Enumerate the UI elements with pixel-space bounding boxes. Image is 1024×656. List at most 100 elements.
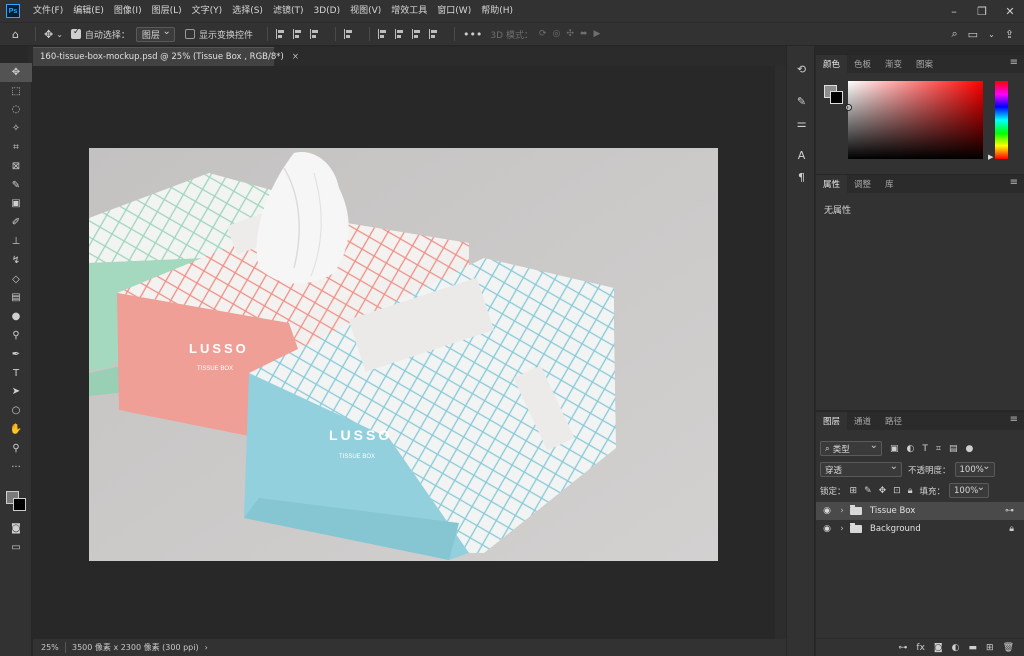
visibility-eye-icon[interactable]: ◉ [818, 506, 836, 516]
screen-mode-icon[interactable]: ▭ [0, 538, 32, 557]
quick-mask-icon[interactable]: ◙ [0, 519, 32, 538]
menu-window[interactable]: 窗口(W) [432, 0, 476, 22]
menu-file[interactable]: 文件(F) [28, 0, 68, 22]
background-color-swatch[interactable] [13, 498, 26, 511]
blend-mode-dropdown[interactable]: 穿透 [820, 461, 902, 477]
clone-stamp-tool-icon[interactable]: ⊥ [0, 232, 32, 251]
history-panel-icon[interactable]: ⟲ [787, 58, 816, 80]
tab-paths[interactable]: 路径 [878, 412, 909, 430]
search-icon[interactable]: ⌕ [952, 27, 958, 41]
fill-field[interactable]: 100% [949, 482, 990, 498]
adjustments-icon[interactable]: ⚌ [787, 112, 816, 134]
paragraph-panel-icon[interactable]: ¶ [787, 166, 816, 188]
show-transform-checkbox[interactable] [184, 29, 195, 39]
ellipse-tool-icon[interactable]: ○ [0, 401, 32, 420]
tab-libraries[interactable]: 库 [878, 175, 901, 193]
menu-view[interactable]: 视图(V) [345, 0, 386, 22]
share-icon[interactable]: ⇪ [1005, 28, 1014, 41]
more-options-button[interactable]: ••• [463, 28, 482, 41]
path-selection-tool-icon[interactable]: ➤ [0, 383, 32, 402]
workspace-icon[interactable]: ▭ [968, 28, 978, 41]
delete-layer-icon[interactable]: 🗑︎ [1003, 643, 1014, 653]
document-tab[interactable]: 160-tissue-box-mockup.psd @ 25% (Tissue … [33, 47, 299, 66]
healing-brush-tool-icon[interactable]: ▣ [0, 195, 32, 214]
move-tool-icon[interactable]: ✥ [0, 63, 32, 82]
panel-menu-icon[interactable]: ≡ [1010, 58, 1018, 68]
filter-shape-icon[interactable]: ⌗ [936, 444, 941, 454]
layer-row-tissue-box[interactable]: ◉ › Tissue Box ⊶ [816, 502, 1024, 520]
align-right-icon[interactable] [309, 29, 319, 39]
document-canvas[interactable]: LUSSO TISSUE BOX LUSSO TISSUE BOX [89, 148, 718, 561]
layer-style-fx-icon[interactable]: fx [916, 643, 925, 653]
lock-image-icon[interactable]: ✎ [864, 486, 872, 496]
tab-swatches[interactable]: 色板 [847, 55, 878, 73]
pen-tool-icon[interactable]: ✒ [0, 345, 32, 364]
new-group-icon[interactable]: ▬ [969, 643, 978, 653]
distribute-vertical-icon[interactable] [428, 29, 438, 39]
menu-image[interactable]: 图像(I) [109, 0, 147, 22]
menu-filter[interactable]: 滤镜(T) [268, 0, 309, 22]
home-icon[interactable]: ⌂ [12, 28, 19, 41]
filter-type-icon[interactable]: T [922, 444, 928, 454]
menu-type[interactable]: 文字(Y) [187, 0, 228, 22]
eraser-tool-icon[interactable]: ◇ [0, 270, 32, 289]
filter-pixel-icon[interactable]: ▣ [890, 444, 899, 454]
auto-select-target-dropdown[interactable]: 图层 [135, 26, 175, 42]
tab-patterns[interactable]: 图案 [909, 55, 940, 73]
menu-select[interactable]: 选择(S) [227, 0, 268, 22]
visibility-eye-icon[interactable]: ◉ [818, 524, 836, 534]
link-layers-icon[interactable]: ⊶ [898, 643, 907, 653]
tab-color[interactable]: 颜色 [816, 55, 848, 73]
color-picker-field[interactable] [845, 81, 983, 159]
align-left-icon[interactable] [275, 29, 285, 39]
character-panel-icon[interactable]: A [787, 144, 816, 166]
zoom-level-field[interactable]: 25% [33, 643, 65, 652]
opacity-field[interactable]: 100% [954, 461, 995, 477]
tab-layers[interactable]: 图层 [816, 412, 848, 430]
expand-chevron-icon[interactable]: › [836, 506, 848, 516]
move-tool-icon[interactable]: ✥ ⌄ [44, 28, 63, 41]
brush-settings-icon[interactable]: ✎ [787, 90, 816, 112]
align-middle-icon[interactable] [394, 29, 404, 39]
menu-help[interactable]: 帮助(H) [476, 0, 518, 22]
blur-tool-icon[interactable]: ● [0, 307, 32, 326]
lock-transparent-icon[interactable]: ⊞ [850, 486, 858, 496]
lasso-tool-icon[interactable]: ◌ [0, 101, 32, 120]
auto-select-checkbox[interactable] [70, 27, 81, 39]
menu-3d[interactable]: 3D(D) [308, 0, 345, 22]
align-bottom-icon[interactable] [411, 29, 421, 39]
menu-edit[interactable]: 编辑(E) [68, 0, 109, 22]
menu-layer[interactable]: 图层(L) [147, 0, 187, 22]
crop-tool-icon[interactable]: ⌗ [0, 138, 32, 157]
new-layer-icon[interactable]: ⊞ [986, 643, 994, 653]
distribute-icon[interactable] [343, 29, 353, 39]
hand-tool-icon[interactable]: ✋ [0, 420, 32, 439]
lock-artboard-icon[interactable]: ⊡ [893, 486, 901, 496]
panel-menu-icon[interactable]: ≡ [1010, 415, 1018, 425]
frame-tool-icon[interactable]: ⊠ [0, 157, 32, 176]
align-center-icon[interactable] [292, 29, 302, 39]
history-brush-tool-icon[interactable]: ↯ [0, 251, 32, 270]
tab-adjustments[interactable]: 调整 [847, 175, 878, 193]
expand-chevron-icon[interactable]: › [836, 524, 848, 534]
hue-slider-handle[interactable]: ▶ [988, 153, 993, 161]
magic-wand-tool-icon[interactable]: ✧ [0, 119, 32, 138]
tab-channels[interactable]: 通道 [847, 412, 878, 430]
filter-adjustment-icon[interactable]: ◐ [907, 444, 915, 454]
status-info-arrow[interactable]: › [205, 643, 208, 652]
dodge-tool-icon[interactable]: ⚲ [0, 326, 32, 345]
menu-plugins[interactable]: 增效工具 [386, 0, 432, 22]
edit-toolbar-icon[interactable]: ··· [0, 458, 32, 477]
type-tool-icon[interactable]: T [0, 364, 32, 383]
adjustment-layer-icon[interactable]: ◐ [952, 643, 960, 653]
hue-slider[interactable] [995, 81, 1008, 159]
brush-tool-icon[interactable]: ✐ [0, 213, 32, 232]
align-top-icon[interactable] [377, 29, 387, 39]
lock-position-icon[interactable]: ✥ [879, 486, 887, 496]
background-color-chip[interactable] [830, 91, 843, 104]
add-mask-icon[interactable]: ◙ [934, 643, 943, 653]
layer-filter-kind-dropdown[interactable]: ⌕ 类型 [820, 440, 882, 456]
zoom-tool-icon[interactable]: ⚲ [0, 439, 32, 458]
restore-button[interactable]: ❐ [968, 0, 996, 22]
tab-gradients[interactable]: 渐变 [878, 55, 909, 73]
